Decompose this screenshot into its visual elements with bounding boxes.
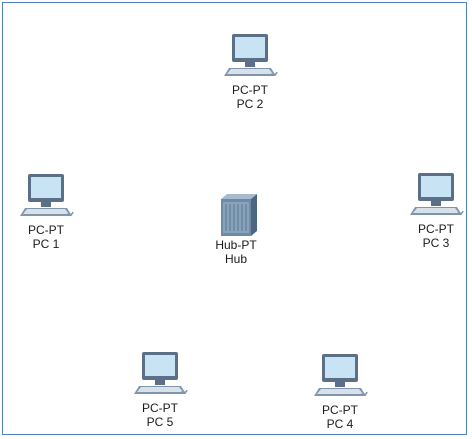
device-pc5[interactable]: PC-PT PC 5	[130, 350, 190, 429]
device-pc1[interactable]: PC-PT PC 1	[16, 172, 76, 251]
device-model-label: Hub-PT	[215, 238, 257, 252]
device-pc4[interactable]: PC-PT PC 4	[310, 352, 370, 431]
hub-icon	[221, 194, 257, 236]
device-name-label: PC 2	[236, 97, 264, 111]
device-name-label: PC 5	[146, 415, 174, 429]
device-pc2[interactable]: PC-PT PC 2	[220, 32, 280, 111]
device-model-label: PC-PT	[232, 83, 268, 97]
pc-icon	[410, 173, 464, 215]
device-name-label: PC 4	[326, 417, 354, 431]
pc-icon	[20, 174, 74, 216]
pc-icon	[314, 354, 368, 396]
device-model-label: PC-PT	[142, 401, 178, 415]
device-model-label: PC-PT	[322, 403, 358, 417]
pc-icon	[224, 34, 278, 76]
device-name-label: Hub	[224, 252, 247, 266]
device-hub[interactable]: Hub-PT Hub	[206, 193, 266, 266]
device-model-label: PC-PT	[418, 222, 454, 236]
network-canvas[interactable]: PC-PT PC 2 PC-PT PC 1 Hub-PT Hub PC-PT P…	[0, 0, 472, 439]
pc-icon	[134, 352, 188, 394]
device-pc3[interactable]: PC-PT PC 3	[406, 171, 466, 250]
device-model-label: PC-PT	[28, 223, 64, 237]
device-name-label: PC 1	[32, 237, 60, 251]
device-name-label: PC 3	[422, 236, 450, 250]
